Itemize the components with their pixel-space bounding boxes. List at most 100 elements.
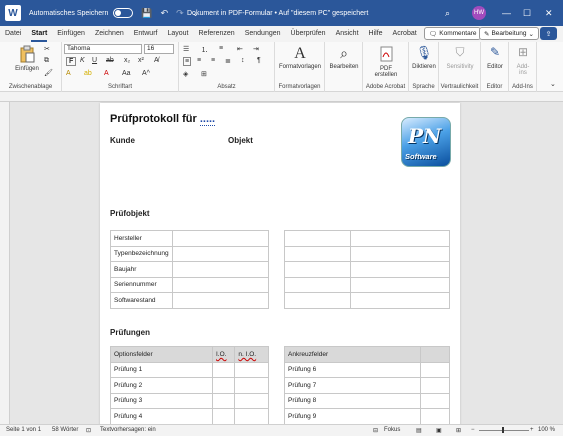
field-value[interactable] bbox=[350, 261, 450, 278]
field-value[interactable] bbox=[172, 230, 269, 247]
superscript-button[interactable]: x² bbox=[138, 57, 144, 64]
strikethrough-button[interactable]: ab bbox=[106, 57, 114, 64]
zoom-level[interactable]: 100 % bbox=[538, 427, 555, 433]
dictate-button[interactable]: 🎙 Diktieren bbox=[409, 45, 439, 70]
close-icon[interactable]: ✕ bbox=[545, 8, 553, 19]
document-page[interactable]: Prüfprotokoll für ..... Kunde Objekt PN … bbox=[100, 103, 460, 433]
zoom-in-icon[interactable]: + bbox=[530, 427, 534, 433]
zoom-slider[interactable] bbox=[479, 430, 529, 431]
numbering-icon[interactable]: ⒈ bbox=[201, 45, 208, 55]
minimize-icon[interactable]: — bbox=[502, 8, 511, 18]
pilcrow-icon[interactable]: ¶ bbox=[257, 57, 261, 64]
bullets-icon[interactable]: ☰ bbox=[183, 45, 189, 53]
radio-nio[interactable] bbox=[234, 408, 269, 425]
zoom-out-icon[interactable]: − bbox=[471, 427, 475, 433]
align-right-icon[interactable]: ≡ bbox=[211, 57, 215, 64]
autosave-toggle[interactable] bbox=[113, 8, 134, 18]
clear-format-icon[interactable]: A̸ bbox=[154, 57, 159, 64]
vertical-ruler[interactable] bbox=[0, 102, 10, 424]
redo-icon[interactable]: ↷ bbox=[176, 8, 184, 19]
styles-button[interactable]: A Formatvorlagen bbox=[275, 45, 325, 70]
tab-zeichnen[interactable]: Zeichnen bbox=[90, 26, 129, 42]
radio-nio[interactable] bbox=[234, 377, 269, 394]
comments-button[interactable]: 🗨 Kommentare bbox=[424, 27, 482, 40]
field-label[interactable] bbox=[284, 230, 351, 247]
create-pdf-button[interactable]: PDF erstellen bbox=[363, 45, 409, 78]
field-value[interactable] bbox=[350, 245, 450, 262]
tab-start[interactable]: Start bbox=[26, 26, 52, 42]
tab-acrobat[interactable]: Acrobat bbox=[388, 26, 422, 42]
paste-button[interactable]: Einfügen bbox=[12, 45, 42, 72]
checkbox-cell[interactable] bbox=[420, 377, 450, 394]
editing-mode-button[interactable]: ✎ Bearbeitung ⌄ bbox=[479, 27, 539, 40]
field-value[interactable] bbox=[172, 276, 269, 293]
word-count[interactable]: 58 Wörter bbox=[52, 427, 78, 433]
search-icon[interactable]: ⌕ bbox=[445, 8, 450, 19]
document-title[interactable]: Dokument in PDF-Formular • Auf "diesem P… bbox=[187, 10, 368, 17]
share-button[interactable]: ⇪ bbox=[540, 27, 557, 40]
field-value[interactable] bbox=[350, 292, 450, 309]
field-label[interactable] bbox=[284, 292, 351, 309]
field-value[interactable] bbox=[172, 292, 269, 309]
multilevel-list-icon[interactable]: ≡ bbox=[219, 45, 223, 52]
radio-io[interactable] bbox=[211, 361, 236, 378]
field-label[interactable] bbox=[284, 276, 351, 293]
editor-button[interactable]: ✎ Editor bbox=[481, 45, 509, 70]
increase-indent-icon[interactable]: ⇥ bbox=[253, 45, 259, 53]
read-mode-icon[interactable]: ▤ bbox=[416, 427, 422, 434]
maximize-icon[interactable]: ☐ bbox=[523, 8, 531, 19]
field-value[interactable] bbox=[350, 276, 450, 293]
line-spacing-icon[interactable]: ↕ bbox=[241, 57, 245, 64]
radio-io[interactable] bbox=[211, 408, 236, 425]
cut-icon[interactable]: ✂ bbox=[44, 45, 50, 53]
avatar[interactable]: HW bbox=[472, 6, 486, 20]
undo-icon[interactable]: ↶ bbox=[161, 8, 169, 19]
tab-entwurf[interactable]: Entwurf bbox=[129, 26, 163, 42]
field-value[interactable] bbox=[172, 245, 269, 262]
collapse-ribbon-icon[interactable]: ⌄ bbox=[550, 80, 556, 88]
bold-button[interactable]: F bbox=[66, 57, 77, 66]
radio-nio[interactable] bbox=[234, 361, 269, 378]
tab-hilfe[interactable]: Hilfe bbox=[364, 26, 388, 42]
sensitivity-button[interactable]: ⛉ Sensitivity bbox=[439, 45, 481, 70]
field-value[interactable] bbox=[172, 261, 269, 278]
focus-mode-button[interactable]: Fokus bbox=[384, 427, 400, 433]
tab-datei[interactable]: Datei bbox=[0, 26, 26, 42]
focus-icon[interactable]: ⊟ bbox=[373, 427, 378, 434]
copy-icon[interactable]: ⧉ bbox=[44, 57, 49, 65]
change-case-icon[interactable]: Aa bbox=[122, 70, 131, 77]
shading-icon[interactable]: ◈ bbox=[183, 70, 188, 78]
tab-referenzen[interactable]: Referenzen bbox=[194, 26, 240, 42]
checkbox-cell[interactable] bbox=[420, 408, 450, 425]
tab-ansicht[interactable]: Ansicht bbox=[331, 26, 364, 42]
tab-sendungen[interactable]: Sendungen bbox=[240, 26, 286, 42]
tab-einfuegen[interactable]: Einfügen bbox=[52, 26, 90, 42]
format-painter-icon[interactable]: 🖌 bbox=[44, 69, 53, 77]
tab-layout[interactable]: Layout bbox=[162, 26, 193, 42]
horizontal-ruler[interactable] bbox=[0, 92, 563, 102]
font-size-select[interactable]: 16 bbox=[144, 44, 174, 54]
text-prediction-status[interactable]: Textvorhersagen: ein bbox=[100, 427, 156, 433]
italic-button[interactable]: K bbox=[80, 57, 85, 64]
radio-io[interactable] bbox=[211, 377, 236, 394]
underline-button[interactable]: U bbox=[92, 57, 97, 64]
zoom-slider-thumb[interactable] bbox=[502, 427, 504, 433]
font-color-icon[interactable]: A bbox=[104, 70, 109, 77]
decrease-indent-icon[interactable]: ⇤ bbox=[237, 45, 243, 53]
subscript-button[interactable]: x₂ bbox=[124, 57, 130, 64]
find-editing-button[interactable]: ⌕ Bearbeiten bbox=[325, 45, 363, 70]
radio-nio[interactable] bbox=[234, 392, 269, 409]
page-count[interactable]: Seite 1 von 1 bbox=[6, 427, 41, 433]
title-placeholder[interactable]: ..... bbox=[199, 113, 216, 126]
tab-ueberpruefen[interactable]: Überprüfen bbox=[286, 26, 331, 42]
proofing-icon[interactable]: ⊡ bbox=[86, 427, 91, 434]
checkbox-cell[interactable] bbox=[420, 361, 450, 378]
checkbox-cell[interactable] bbox=[420, 392, 450, 409]
font-name-select[interactable]: Tahoma bbox=[64, 44, 142, 54]
justify-icon[interactable]: ≣ bbox=[225, 57, 231, 65]
text-effects-icon[interactable]: A bbox=[66, 70, 71, 77]
print-layout-icon[interactable]: ▣ bbox=[436, 427, 442, 434]
web-layout-icon[interactable]: ⊞ bbox=[456, 427, 461, 434]
borders-icon[interactable]: ⊞ bbox=[201, 70, 207, 78]
align-center-icon[interactable]: ≡ bbox=[197, 57, 201, 64]
